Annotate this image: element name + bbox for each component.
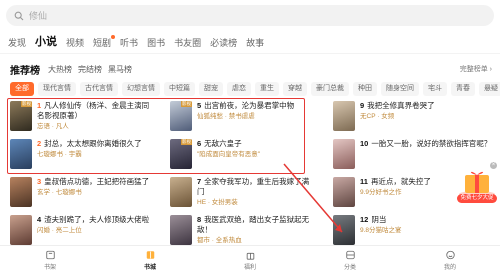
category-chip[interactable]: 古代言情 xyxy=(80,82,118,96)
book-cover xyxy=(170,177,192,207)
category-icon xyxy=(345,250,355,260)
ranking-title[interactable]: 推荐榜 xyxy=(10,62,40,77)
bookshelf-icon xyxy=(45,250,55,260)
category-chip[interactable]: 甜宠 xyxy=(199,82,223,96)
rank-number: 8 xyxy=(197,215,202,224)
book-title-text: 渣夫别跪了，夫人修顶级大佬啦 xyxy=(44,215,150,224)
ranking-tab-finished[interactable]: 完结榜 xyxy=(78,64,102,75)
book-title: 10 一胎又一胎，说好的禁欲指挥官呢？ xyxy=(360,139,500,149)
category-chip[interactable]: 全部 xyxy=(10,82,34,96)
book-cover xyxy=(170,215,192,245)
book-item[interactable]: 10 一胎又一胎，说好的禁欲指挥官呢？ xyxy=(333,139,500,169)
book-title-text: 我把全修真界卷哭了 xyxy=(367,101,435,110)
promo-label: 免费七夕大促 xyxy=(457,194,497,203)
search-icon xyxy=(14,11,24,21)
book-item[interactable]: 3 皇叔借点功德，王妃把符画猛了 玄学 · 七璇娜书 xyxy=(10,177,155,207)
search-input[interactable] xyxy=(29,10,229,21)
bookstore-icon xyxy=(146,251,154,259)
tab-short-drama[interactable]: 短剧 xyxy=(93,35,116,49)
book-title-text: 皇叔借点功德，王妃把符画猛了 xyxy=(44,177,150,186)
nav-label: 我的 xyxy=(443,265,456,271)
tab-audiobook[interactable]: 听书 xyxy=(120,37,138,49)
category-chip[interactable]: 幻想言情 xyxy=(122,82,160,96)
ranking-header: 推荐榜 大热榜 完结榜 黑马榜 xyxy=(10,62,138,77)
tab-must-read[interactable]: 必读榜 xyxy=(210,37,237,49)
category-chip[interactable]: 种田 xyxy=(353,82,377,96)
highlight-box xyxy=(7,98,305,174)
rank-number: 9 xyxy=(360,101,365,110)
book-item[interactable]: 9 我把全修真界卷哭了 无CP · 女频 xyxy=(333,101,500,131)
tab-book-friends[interactable]: 书友圈 xyxy=(174,37,201,49)
search-bar[interactable] xyxy=(6,5,494,26)
book-info: 4 渣夫别跪了，夫人修顶级大佬啦 闪婚 · 亮二上位 xyxy=(37,215,155,245)
book-meta: 闪婚 · 亮二上位 xyxy=(37,227,82,234)
rank-number: 3 xyxy=(37,177,42,186)
book-info: 9 我把全修真界卷哭了 无CP · 女频 xyxy=(360,101,500,131)
book-title: 4 渣夫别跪了，夫人修顶级大佬啦 xyxy=(37,215,155,225)
divider xyxy=(0,53,500,54)
book-cover xyxy=(10,177,32,207)
book-title-text: 阴当 xyxy=(371,215,387,224)
book-item[interactable]: 12 阴当 9.8分猫咕之宴 xyxy=(333,215,500,245)
nav-rewards[interactable]: 福利 xyxy=(220,246,280,271)
category-chip[interactable]: 中短篇 xyxy=(164,82,195,96)
rank-number: 7 xyxy=(197,177,202,186)
top-tab-bar: 发现 小说 视频 短剧 听书 图书 书友圈 必读榜 故事 xyxy=(8,33,273,49)
nav-label: 分类 xyxy=(343,265,356,271)
book-meta: 9.8分猫咕之宴 xyxy=(360,227,402,234)
close-icon[interactable]: × xyxy=(490,162,497,169)
gift-box-icon xyxy=(459,171,495,197)
tab-discover[interactable]: 发现 xyxy=(8,37,26,49)
nav-bookstore[interactable]: 书城 xyxy=(120,246,180,271)
gift-icon xyxy=(246,252,254,260)
book-item[interactable]: 4 渣夫别跪了，夫人修顶级大佬啦 闪婚 · 亮二上位 xyxy=(10,215,155,245)
rank-number: 10 xyxy=(360,139,369,148)
nav-profile[interactable]: 我的 xyxy=(420,246,480,271)
nav-label: 书架 xyxy=(43,265,56,271)
ranking-tab-darkhorse[interactable]: 黑马榜 xyxy=(108,64,132,75)
category-chip[interactable]: 随身空间 xyxy=(381,82,419,96)
ranking-tab-hot[interactable]: 大热榜 xyxy=(48,64,72,75)
new-dot-badge xyxy=(111,35,116,39)
promo-float-badge[interactable]: × 免费七夕大促 xyxy=(455,162,499,203)
category-chip[interactable]: 现代言情 xyxy=(38,82,76,96)
category-chip[interactable]: 虐恋 xyxy=(227,82,251,96)
rank-number: 11 xyxy=(360,177,368,186)
bottom-nav: 书架 书城 福利 分类 我的 xyxy=(0,245,500,271)
full-ranking-link[interactable]: 完整榜单 › xyxy=(460,64,492,74)
tab-short-drama-label: 短剧 xyxy=(93,38,112,48)
book-cover xyxy=(333,101,355,131)
rank-number: 12 xyxy=(360,215,369,224)
book-title: 9 我把全修真界卷哭了 xyxy=(360,101,500,111)
book-meta: 玄学 · 七璇娜书 xyxy=(37,189,82,196)
category-chip[interactable]: 悬疑 xyxy=(479,82,500,96)
book-info: 10 一胎又一胎，说好的禁欲指挥官呢？ xyxy=(360,139,500,169)
tab-novel[interactable]: 小说 xyxy=(35,35,57,49)
category-chip[interactable]: 宅斗 xyxy=(423,82,447,96)
category-chip[interactable]: 青春 xyxy=(451,82,475,96)
nav-category[interactable]: 分类 xyxy=(320,246,380,271)
category-chip[interactable]: 穿越 xyxy=(283,82,307,96)
book-title: 3 皇叔借点功德，王妃把符画猛了 xyxy=(37,177,155,187)
book-meta: 无CP · 女频 xyxy=(360,113,395,120)
book-title: 12 阴当 xyxy=(360,215,500,225)
book-cover xyxy=(10,215,32,245)
book-title-text: 再近点，就失控了 xyxy=(370,177,431,186)
book-title-text: 一胎又一胎，说好的禁欲指挥官呢？ xyxy=(371,139,492,148)
rank-number: 4 xyxy=(37,215,42,224)
nav-bookshelf[interactable]: 书架 xyxy=(20,246,80,271)
nav-label: 书城 xyxy=(143,265,156,271)
tab-books[interactable]: 图书 xyxy=(147,37,165,49)
book-info: 12 阴当 9.8分猫咕之宴 xyxy=(360,215,500,245)
profile-icon xyxy=(445,250,455,260)
category-filter-row: 全部 现代言情 古代言情 幻想言情 中短篇 甜宠 虐恋 重生 穿越 豪门总裁 种… xyxy=(10,82,500,96)
tab-video[interactable]: 视频 xyxy=(66,37,84,49)
nav-label: 福利 xyxy=(243,265,256,271)
category-chip[interactable]: 豪门总裁 xyxy=(311,82,349,96)
tab-stories[interactable]: 故事 xyxy=(246,37,264,49)
category-chip[interactable]: 重生 xyxy=(255,82,279,96)
book-info: 3 皇叔借点功德，王妃把符画猛了 玄学 · 七璇娜书 xyxy=(37,177,155,207)
annotation-arrow xyxy=(283,163,343,233)
